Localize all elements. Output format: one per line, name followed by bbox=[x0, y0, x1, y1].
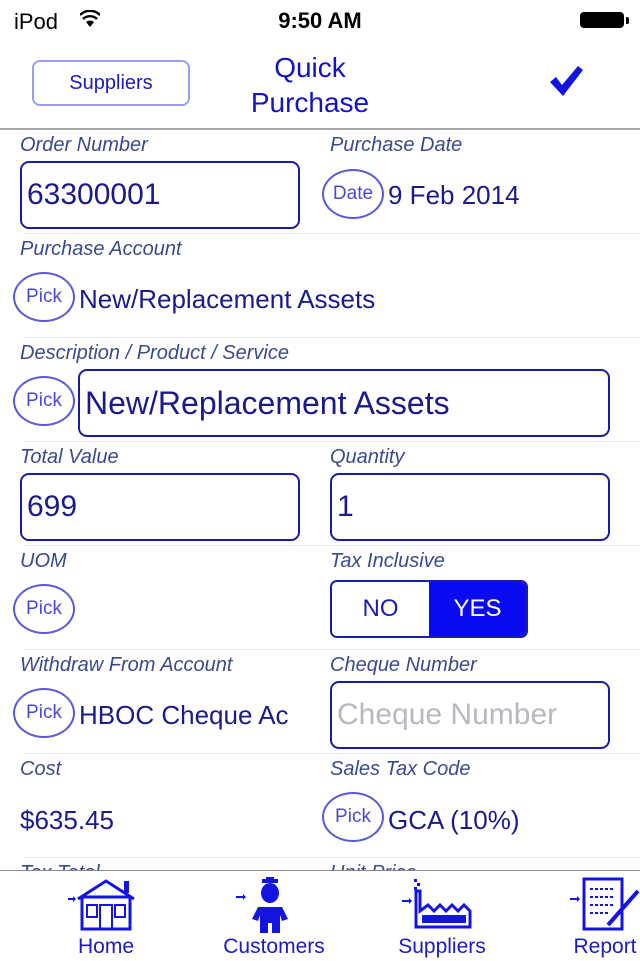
sales-tax-code-pick-button[interactable]: Pick bbox=[322, 792, 384, 842]
purchase-account-label: Purchase Account bbox=[20, 238, 182, 260]
purchase-account-value: New/Replacement Assets bbox=[79, 284, 376, 314]
title-line-1: Quick bbox=[274, 52, 346, 83]
divider bbox=[24, 857, 640, 858]
uom-label: UOM bbox=[20, 550, 67, 572]
tab-report[interactable]: Report bbox=[560, 871, 640, 961]
page-title: Quick Purchase bbox=[210, 50, 410, 120]
tax-inclusive-yes-option[interactable]: YES bbox=[429, 582, 526, 636]
sales-tax-code-value: GCA (10%) bbox=[388, 805, 520, 835]
divider bbox=[24, 337, 640, 338]
quantity-input[interactable]: 1 bbox=[330, 473, 610, 541]
total-value-input[interactable]: 699 bbox=[20, 473, 300, 541]
withdraw-account-value: HBOC Cheque Ac bbox=[79, 700, 289, 730]
divider bbox=[24, 441, 640, 442]
back-suppliers-button[interactable]: Suppliers bbox=[32, 60, 190, 106]
purchase-date-label: Purchase Date bbox=[330, 134, 463, 156]
clock: 9:50 AM bbox=[278, 8, 362, 33]
tax-inclusive-toggle[interactable]: NO YES bbox=[330, 580, 528, 638]
description-input[interactable]: New/Replacement Assets bbox=[78, 369, 610, 437]
tax-total-label: Tax Total bbox=[20, 862, 100, 870]
order-number-label: Order Number bbox=[20, 134, 148, 156]
tab-bar: Home Customers Suppliers Report bbox=[0, 870, 640, 961]
checkmark-icon bbox=[550, 66, 583, 96]
purchase-form: Order Number 63300001 Purchase Date Date… bbox=[0, 130, 640, 870]
sales-tax-code-label: Sales Tax Code bbox=[330, 758, 471, 780]
tab-suppliers[interactable]: Suppliers bbox=[386, 871, 498, 961]
description-pick-button[interactable]: Pick bbox=[13, 376, 75, 426]
unit-price-label: Unit Price bbox=[330, 862, 417, 870]
tab-home[interactable]: Home bbox=[56, 871, 156, 961]
tab-report-label: Report bbox=[573, 935, 637, 958]
purchase-date-value: 9 Feb 2014 bbox=[388, 180, 520, 210]
divider bbox=[24, 753, 640, 754]
cheque-number-input[interactable]: Cheque Number bbox=[330, 681, 610, 749]
withdraw-account-pick-button[interactable]: Pick bbox=[13, 688, 75, 738]
status-bar: iPod 9:50 AM bbox=[0, 0, 640, 40]
quantity-label: Quantity bbox=[330, 446, 405, 468]
navigation-bar: Suppliers Quick Purchase bbox=[0, 40, 640, 130]
tax-inclusive-label: Tax Inclusive bbox=[330, 550, 445, 572]
purchase-account-pick-button[interactable]: Pick bbox=[13, 272, 75, 322]
tab-customers[interactable]: Customers bbox=[214, 871, 334, 961]
cheque-number-label: Cheque Number bbox=[330, 654, 477, 676]
tab-customers-label: Customers bbox=[223, 935, 325, 958]
tab-home-label: Home bbox=[77, 935, 135, 958]
date-picker-button[interactable]: Date bbox=[322, 169, 384, 219]
battery-full-icon bbox=[580, 12, 624, 28]
cost-value: $635.45 bbox=[20, 805, 114, 835]
tax-inclusive-no-option[interactable]: NO bbox=[332, 582, 429, 636]
done-button[interactable] bbox=[546, 60, 586, 100]
divider bbox=[24, 233, 640, 234]
order-number-input[interactable]: 63300001 bbox=[20, 161, 300, 229]
total-value-label: Total Value bbox=[20, 446, 119, 468]
description-label: Description / Product / Service bbox=[20, 342, 289, 364]
divider bbox=[24, 545, 640, 546]
home-icon bbox=[68, 879, 135, 931]
cost-label: Cost bbox=[20, 758, 62, 780]
title-line-2: Purchase bbox=[250, 87, 370, 118]
battery-tip bbox=[626, 17, 629, 24]
report-icon bbox=[570, 877, 640, 931]
withdraw-account-label: Withdraw From Account bbox=[20, 654, 233, 676]
customer-person-icon bbox=[236, 877, 288, 933]
tab-suppliers-label: Suppliers bbox=[398, 935, 486, 958]
divider bbox=[24, 649, 640, 650]
factory-icon bbox=[402, 879, 472, 929]
uom-pick-button[interactable]: Pick bbox=[13, 584, 75, 634]
